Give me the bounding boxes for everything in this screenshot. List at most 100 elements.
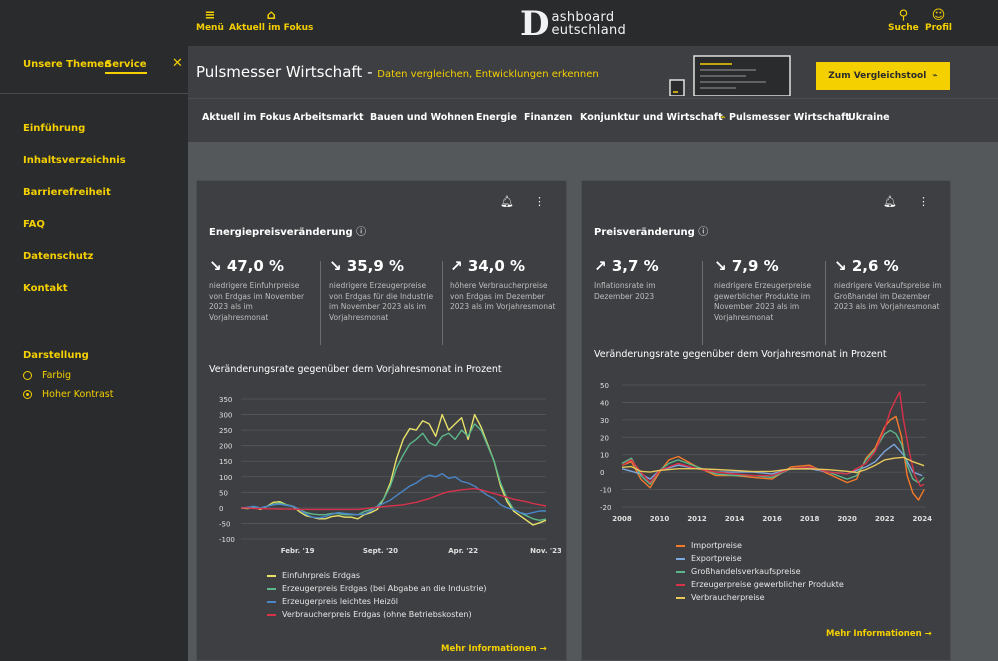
search-label: Suche [888,23,919,33]
kpi-description: niedrigere Verkaufspreise im Großhandel … [834,281,942,311]
hamburger-icon: ≡ [204,8,216,23]
energy-kpi-3: ↗ 34,0 % höhere Verbraucherpreise von Er… [450,257,560,313]
arrow-down-icon: ↘ [714,257,727,275]
x-tick-label: Febr. '19 [281,547,315,555]
legend-swatch [676,557,685,560]
legend-item[interactable]: Verbraucherpreis Erdgas (ohne Betriebsko… [267,608,487,621]
y-tick-label: 300 [219,412,232,420]
y-tick-label: 150 [219,458,232,466]
legend-swatch [676,544,685,547]
series-line [241,487,547,511]
price-kpi-2: ↘ 7,9 % niedrigere Erzeugerpreise gewerb… [714,257,822,323]
tab-focus[interactable]: Aktuell im Fokus [202,112,291,123]
bell-icon[interactable]: 🔔︎ [500,195,514,208]
legend-label: Einfuhrpreis Erdgas [282,571,361,580]
y-tick-label: -100 [219,536,235,544]
price-title-text: Preisveränderung [594,227,695,238]
legend-label: Erzeugerpreise gewerblicher Produkte [691,580,844,589]
tab-labor-market[interactable]: Arbeitsmarkt [293,112,364,123]
kpi-description: Inflationsrate im Dezember 2023 [594,281,656,301]
legend-item[interactable]: Exportpreise [676,552,844,565]
close-icon[interactable]: ✕ [172,56,183,71]
x-tick-label: Sept. '20 [363,547,398,555]
kebab-icon[interactable]: ⋮ [918,195,929,208]
sidebar-item-privacy[interactable]: Datenschutz [23,251,93,262]
arrow-up-icon: ↗ [450,257,463,275]
legend-label: Importpreise [691,541,742,550]
tab-pulse-economy[interactable]: ⌁ Pulsmesser Wirtschaft [720,112,850,123]
legend-item[interactable]: Einfuhrpreis Erdgas [267,569,487,582]
tab-ukraine[interactable]: Ukraine [848,112,890,123]
legend-item[interactable]: Erzeugerpreis leichtes Heizöl [267,595,487,608]
sidebar-item-accessibility[interactable]: Barrierefreiheit [23,187,111,198]
legend-swatch [676,583,685,586]
kebab-icon[interactable]: ⋮ [534,195,545,208]
legend-label: Verbraucherpreis Erdgas (ohne Betriebsko… [282,610,472,619]
tab-pulse-label: Pulsmesser Wirtschaft [729,112,850,123]
price-chart-title: Veränderungsrate gegenüber dem Vorjahres… [594,349,887,360]
x-tick-label: 2010 [650,515,670,523]
legend-item[interactable]: Importpreise [676,539,844,552]
sidebar-item-contact[interactable]: Kontakt [23,283,68,294]
info-icon[interactable]: ⓘ [356,227,366,238]
topic-nav: Aktuell im Fokus Arbeitsmarkt Bauen und … [188,98,998,142]
radio-contrast-label: Hoher Kontrast [42,389,114,400]
info-icon[interactable]: ⓘ [698,227,708,238]
tab-economy[interactable]: Konjunktur und Wirtschaft [580,112,723,123]
energy-price-card: 🔔︎ ⋮ Energiepreisveränderung ⓘ ↘ 47,0 % … [196,180,567,661]
profile-button[interactable]: ☺ Profil [925,9,952,34]
kpi-value: 7,9 % [731,257,779,275]
price-kpi-1: ↗ 3,7 % Inflationsrate im Dezember 2023 [594,257,694,302]
legend-item[interactable]: Erzeugerpreise gewerblicher Produkte [676,578,844,591]
price-chart: 50403020100-10-202008 2010 2012 2014 2016 201… [600,382,932,523]
arrow-down-icon: ↘ [329,257,342,275]
y-tick-label: 0 [219,505,223,513]
energy-kpi-2: ↘ 35,9 % niedrigere Erzeugerpreise von E… [329,257,437,323]
tab-topics[interactable]: Unsere Themen [23,59,111,70]
tab-energy[interactable]: Energie [476,112,517,123]
focus-label: Aktuell im Fokus [229,23,314,33]
legend-swatch [267,600,276,603]
sidebar-item-faq[interactable]: FAQ [23,219,45,230]
energy-legend: Einfuhrpreis Erdgas Erzeugerpreis Erdgas… [267,569,487,621]
radio-color[interactable]: Farbig [23,370,71,381]
legend-item[interactable]: Großhandelsverkaufspreise [676,565,844,578]
menu-label: Menü [196,23,224,33]
bell-icon[interactable]: 🔔︎ [883,195,897,208]
y-tick-label: 40 [600,399,609,407]
sidebar-item-contents[interactable]: Inhaltsverzeichnis [23,155,126,166]
arrow-up-icon: ↗ [594,257,607,275]
x-tick-label: 2014 [725,515,745,523]
search-button[interactable]: ⚲ Suche [888,8,919,34]
radio-high-contrast[interactable]: Hoher Kontrast [23,389,113,400]
compare-tool-button[interactable]: Zum Vergleichstool ⌁ [816,62,950,90]
tab-finance[interactable]: Finanzen [524,112,572,123]
legend-swatch [267,574,276,577]
devices-illustration [669,55,791,96]
radio-color-label: Farbig [42,370,72,381]
brand-logo[interactable]: D ashboard eutschland [520,4,640,44]
more-info-link[interactable]: Mehr Informationen → [441,644,547,654]
radio-selected-icon [23,390,32,399]
y-tick-label: 50 [600,382,609,390]
x-tick-label: 2012 [687,515,707,523]
menu-button[interactable]: ≡ Menü [196,8,224,34]
brand-letter: D [520,4,550,44]
sidebar-item-introduction[interactable]: Einführung [23,123,85,134]
legend-label: Exportpreise [691,554,742,563]
more-info-link[interactable]: Mehr Informationen → [826,629,932,639]
kpi-description: niedrigere Erzeugerpreise von Erdgas für… [329,281,434,322]
profile-label: Profil [925,23,952,33]
y-tick-label: 350 [219,396,232,404]
search-icon: ⚲ [898,8,909,23]
kpi-value: 47,0 % [226,257,285,275]
kpi-description: niedrigere Erzeugerpreise gewerblicher P… [714,281,812,322]
tab-building-housing[interactable]: Bauen und Wohnen [370,112,474,123]
x-tick-label: Apr. '22 [448,547,478,555]
legend-item[interactable]: Erzeugerpreis Erdgas (bei Abgabe an die … [267,582,487,595]
y-tick-label: -50 [219,520,230,528]
focus-button[interactable]: ⌂ Aktuell im Fokus [229,9,314,34]
energy-kpi-1: ↘ 47,0 % niedrigere Einfuhrpreise von Er… [209,257,311,323]
legend-item[interactable]: Verbraucherpreise [676,591,844,604]
tab-service[interactable]: Service [105,59,147,74]
